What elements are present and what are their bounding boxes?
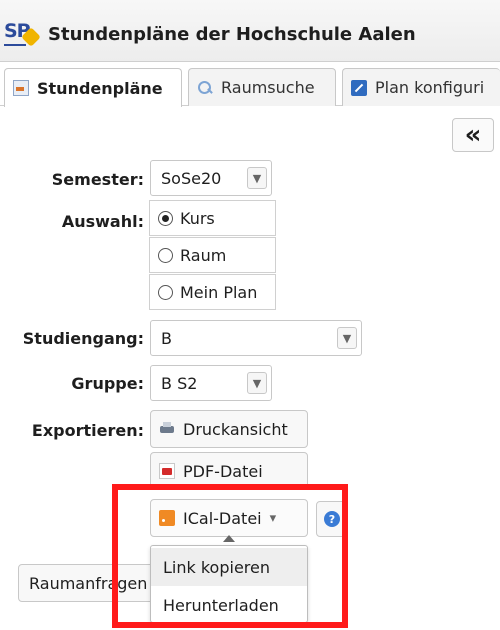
radio-label: Raum — [180, 245, 227, 265]
chevron-down-icon: ▼ — [247, 372, 267, 394]
pdf-icon — [159, 463, 175, 479]
druckansicht-button[interactable]: Druckansicht — [150, 410, 308, 448]
ical-dropdown-menu: Link kopieren Herunterladen — [150, 545, 308, 623]
radio-kurs[interactable]: Kurs — [149, 200, 276, 236]
ical-datei-button[interactable]: ICal-Datei ▾ — [150, 499, 308, 537]
chevron-down-icon: ▾ — [269, 510, 277, 526]
semester-label: Semester: — [51, 170, 144, 189]
tab-plan-konfigurieren[interactable]: Plan konfiguri — [342, 68, 500, 106]
chevron-down-icon: ▼ — [247, 167, 267, 189]
raumanfragen-button[interactable]: Raumanfragen — [18, 564, 158, 602]
gruppe-select[interactable]: B S2 ▼ — [150, 365, 272, 401]
radio-label: Mein Plan — [180, 282, 258, 302]
tab-label: Raumsuche — [221, 78, 315, 97]
app-logo: SP — [4, 20, 41, 47]
tab-label: Stundenpläne — [37, 78, 163, 98]
menu-caret-icon — [223, 535, 235, 542]
semester-select[interactable]: SoSe20 ▼ — [150, 160, 272, 196]
radio-label: Kurs — [180, 208, 215, 228]
radio-unchecked-icon — [158, 247, 173, 263]
button-label: ICal-Datei — [183, 508, 262, 528]
radio-checked-icon — [158, 210, 173, 226]
collapse-button[interactable]: « — [452, 118, 494, 152]
edit-icon — [351, 79, 367, 96]
menu-item-herunterladen[interactable]: Herunterladen — [151, 586, 307, 624]
printer-icon — [159, 421, 175, 437]
search-icon — [197, 80, 213, 96]
tab-label: Plan konfiguri — [375, 78, 485, 97]
logo-underline — [4, 44, 26, 46]
tab-raumsuche[interactable]: Raumsuche — [188, 68, 336, 106]
radio-unchecked-icon — [158, 284, 173, 300]
button-label: Druckansicht — [183, 419, 288, 439]
menu-item-link-kopieren[interactable]: Link kopieren — [151, 548, 307, 586]
help-button[interactable]: ? — [316, 501, 348, 537]
tab-stundenplaene[interactable]: Stundenpläne — [4, 68, 182, 107]
app-title: Stundenpläne der Hochschule Aalen — [48, 24, 416, 45]
semester-value: SoSe20 — [161, 168, 222, 188]
tab-bar: Stundenpläne Raumsuche Plan konfiguri — [0, 64, 500, 107]
gruppe-value: B S2 — [161, 373, 198, 393]
studiengang-label: Studiengang: — [22, 329, 144, 348]
app-header: SP Stundenpläne der Hochschule Aalen — [0, 0, 500, 62]
help-icon: ? — [324, 511, 340, 527]
button-label: PDF-Datei — [183, 461, 263, 481]
collapse-icon: « — [464, 120, 482, 150]
studiengang-value: B — [161, 328, 172, 348]
radio-mein-plan[interactable]: Mein Plan — [149, 274, 276, 310]
calendar-icon — [13, 80, 29, 96]
studiengang-select[interactable]: B ▼ — [150, 320, 362, 356]
exportieren-label: Exportieren: — [31, 421, 144, 440]
pdf-datei-button[interactable]: PDF-Datei — [150, 452, 308, 490]
auswahl-label: Auswahl: — [61, 212, 144, 231]
chevron-down-icon: ▼ — [337, 327, 357, 349]
gruppe-label: Gruppe: — [71, 374, 144, 393]
rss-icon — [159, 510, 175, 526]
radio-raum[interactable]: Raum — [149, 237, 276, 273]
